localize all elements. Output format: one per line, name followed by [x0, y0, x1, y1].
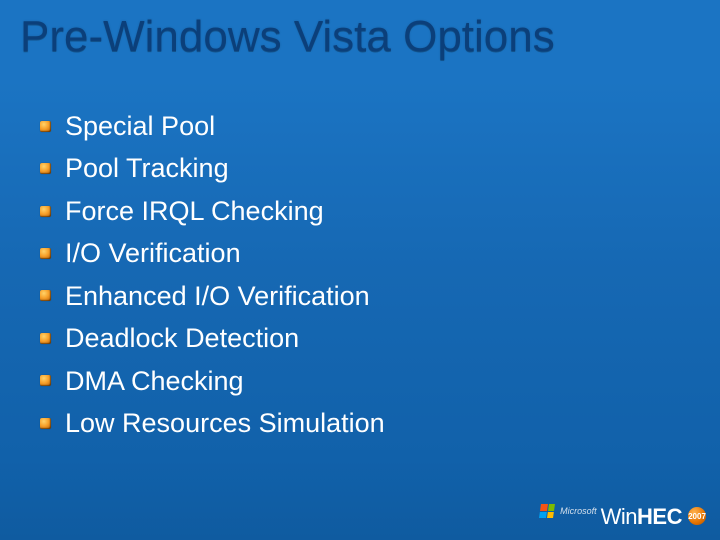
- options-list: Special Pool Pool Tracking Force IRQL Ch…: [40, 108, 385, 448]
- logo-win: Win: [601, 504, 637, 530]
- list-item: Deadlock Detection: [40, 320, 385, 356]
- microsoft-flag-icon: [539, 504, 555, 518]
- list-item: Pool Tracking: [40, 150, 385, 186]
- footer-logo: Microsoft WinHEC 2007: [540, 504, 706, 530]
- year-badge: 2007: [688, 507, 706, 525]
- list-item-label: Deadlock Detection: [65, 320, 299, 356]
- logo-hec: HEC: [637, 504, 682, 530]
- bullet-icon: [40, 418, 51, 429]
- list-item: Force IRQL Checking: [40, 193, 385, 229]
- brand-prefix: Microsoft: [560, 506, 597, 516]
- bullet-icon: [40, 163, 51, 174]
- slide-title: Pre-Windows Vista Options: [20, 12, 555, 62]
- list-item: Special Pool: [40, 108, 385, 144]
- list-item-label: Pool Tracking: [65, 150, 229, 186]
- bullet-icon: [40, 290, 51, 301]
- list-item-label: Special Pool: [65, 108, 215, 144]
- list-item-label: DMA Checking: [65, 363, 244, 399]
- list-item-label: Force IRQL Checking: [65, 193, 324, 229]
- list-item: Enhanced I/O Verification: [40, 278, 385, 314]
- list-item-label: Enhanced I/O Verification: [65, 278, 370, 314]
- list-item-label: I/O Verification: [65, 235, 241, 271]
- bullet-icon: [40, 206, 51, 217]
- list-item-label: Low Resources Simulation: [65, 405, 385, 441]
- bullet-icon: [40, 375, 51, 386]
- bullet-icon: [40, 121, 51, 132]
- list-item: Low Resources Simulation: [40, 405, 385, 441]
- bullet-icon: [40, 248, 51, 259]
- bullet-icon: [40, 333, 51, 344]
- list-item: DMA Checking: [40, 363, 385, 399]
- winhec-logo: WinHEC: [601, 504, 682, 530]
- list-item: I/O Verification: [40, 235, 385, 271]
